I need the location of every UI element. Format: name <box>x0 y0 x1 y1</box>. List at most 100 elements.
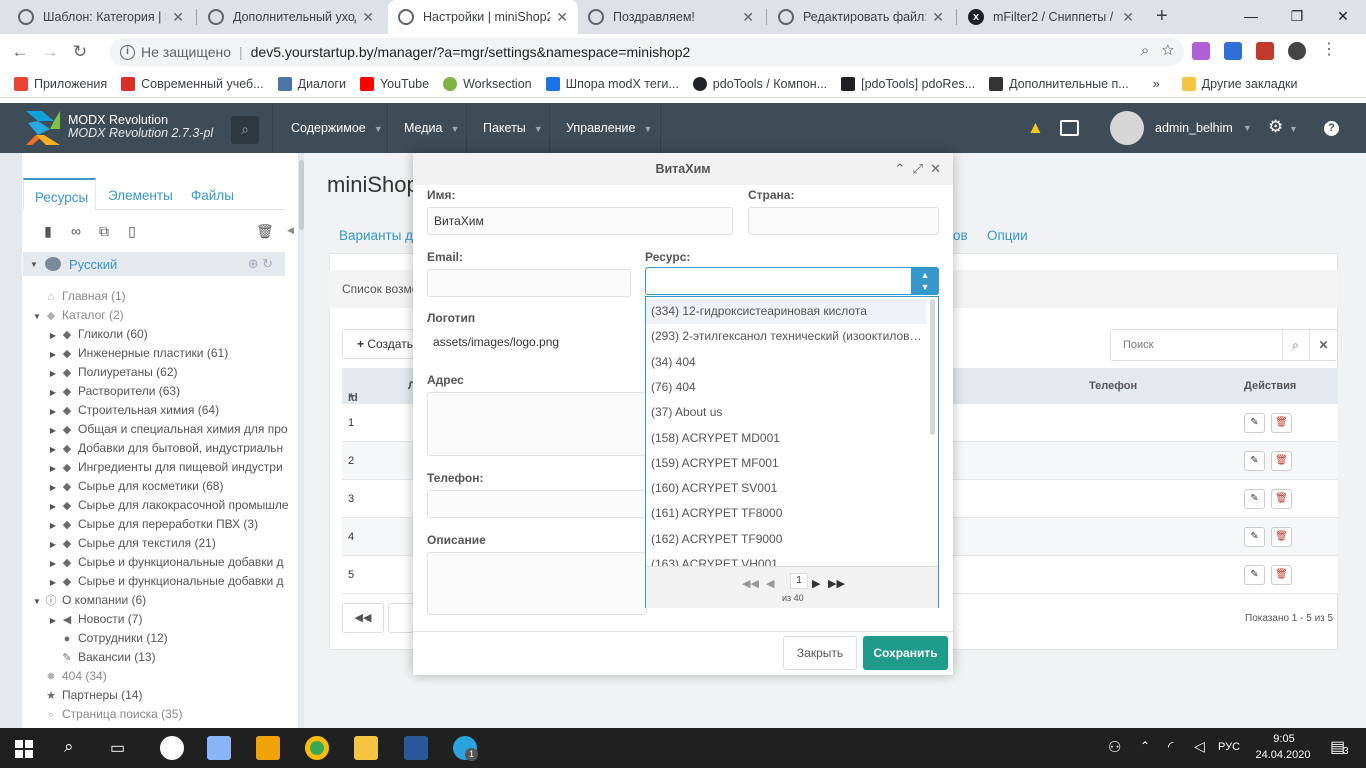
bookmark-8[interactable]: [pdoTools] pdoRes... <box>841 76 975 91</box>
browser-tab-3-active[interactable]: Настройки | miniShop2 ✕ <box>388 0 578 34</box>
chevron-right-icon[interactable]: ▶ <box>46 573 60 591</box>
copy-icon[interactable]: ⧉ <box>96 223 112 241</box>
forward-icon[interactable]: → <box>35 42 65 62</box>
refresh-icon[interactable]: ⊕ ↻ <box>248 256 273 272</box>
chevron-right-icon[interactable]: ▶ <box>46 383 60 401</box>
next-page-icon[interactable]: ▶ <box>812 577 820 590</box>
bookmark-7[interactable]: pdoTools / Компон... <box>692 76 827 91</box>
tree-node[interactable]: ▶ ◆ Сырье для переработки ПВХ (3) <box>24 515 309 534</box>
tree-node[interactable]: ⌕ Страница поиска (35) <box>24 705 309 724</box>
people-icon[interactable]: ⚇ <box>1108 738 1121 756</box>
menu-icon[interactable]: ⋮ <box>1320 42 1338 60</box>
browser-tab-4[interactable]: Поздравляем! ✕ <box>578 0 764 34</box>
prev-page-icon[interactable]: ◀ <box>766 577 774 590</box>
app-window-icon[interactable] <box>207 736 231 760</box>
chevron-up-icon[interactable]: ⌃ <box>1140 739 1150 753</box>
phone-field[interactable] <box>427 490 647 518</box>
terminal-icon[interactable] <box>1060 120 1079 136</box>
chevron-down-icon[interactable]: ▼ <box>30 307 44 325</box>
name-field[interactable]: ВитаХим <box>427 207 733 235</box>
tree-node[interactable]: ▼ ◆ Каталог (2) <box>24 306 309 325</box>
chevron-down-icon[interactable]: ▼ <box>30 592 44 610</box>
profile-avatar[interactable] <box>1288 42 1306 60</box>
browser-tab-2[interactable]: Дополнительный уход ✕ <box>198 0 384 34</box>
edit-icon[interactable]: ✎ <box>1244 527 1265 547</box>
page-number-input[interactable]: 1 <box>790 573 808 589</box>
gear-icon[interactable]: ⚙ <box>1268 117 1283 137</box>
chevron-right-icon[interactable]: ▶ <box>46 402 60 420</box>
chevron-right-icon[interactable]: ▶ <box>46 364 60 382</box>
close-window-icon[interactable]: ✕ <box>1320 0 1366 34</box>
close-icon[interactable]: ✕ <box>362 9 374 26</box>
new-document-icon[interactable]: ▮ <box>40 223 56 241</box>
trash-icon[interactable]: 🗑 <box>1271 565 1292 585</box>
tree-node[interactable]: ✹ 404 (34) <box>24 667 309 686</box>
close-icon[interactable]: ✕ <box>556 9 568 26</box>
tree-node[interactable]: ▼ ⓘ О компании (6) <box>24 591 309 610</box>
trash-icon[interactable]: 🗑 <box>1271 527 1292 547</box>
app-sublime-icon[interactable] <box>256 736 280 760</box>
chevron-right-icon[interactable]: ▶ <box>46 516 60 534</box>
task-view-icon[interactable]: ▭ <box>110 738 125 758</box>
chevron-right-icon[interactable]: ▶ <box>46 345 60 363</box>
menu-packages[interactable]: Пакеты ▼ <box>483 103 543 153</box>
dropdown-item[interactable]: (161) ACRYPET TF8000 <box>646 501 926 526</box>
chevron-right-icon[interactable]: ▶ <box>46 459 60 477</box>
first-page-button[interactable]: ◀◀ <box>342 603 384 633</box>
tree-node[interactable]: ▶ ◆ Сырье для косметики (68) <box>24 477 309 496</box>
chevron-right-icon[interactable]: ▶ <box>46 497 60 515</box>
tree-node[interactable]: ▶ ◆ Ингредиенты для пищевой индустри <box>24 458 309 477</box>
menu-manage[interactable]: Управление ▼ <box>566 103 652 153</box>
dropdown-item[interactable]: (160) ACRYPET SV001 <box>646 476 926 501</box>
save-button[interactable]: Сохранить <box>863 636 948 670</box>
dropdown-item[interactable]: (37) About us <box>646 400 926 425</box>
bookmark-5[interactable]: Worksection <box>443 76 532 91</box>
context-row[interactable]: ▼ Русский ⊕ ↻ <box>23 252 285 276</box>
extension-pen-icon[interactable] <box>1192 42 1210 60</box>
volume-icon[interactable]: ◁ <box>1194 738 1205 755</box>
tree-node[interactable]: ▶ ◆ Строительная химия (64) <box>24 401 309 420</box>
minimize-icon[interactable]: — <box>1228 0 1274 34</box>
dropdown-scrollbar[interactable] <box>930 299 935 435</box>
last-page-icon[interactable]: ▶▶ <box>828 577 845 590</box>
clear-icon[interactable]: ✕ <box>1309 330 1337 360</box>
app-x-icon[interactable] <box>160 736 184 760</box>
bookmark-4[interactable]: YouTube <box>359 76 429 91</box>
edit-icon[interactable]: ✎ <box>1244 565 1265 585</box>
tab-hidden-partial[interactable]: ов <box>953 228 968 243</box>
dropdown-item[interactable]: (293) 2-этилгексанол технический (изоокт… <box>646 324 926 349</box>
description-field[interactable] <box>427 552 647 615</box>
chevron-right-icon[interactable]: ▶ <box>46 611 60 629</box>
clock-time[interactable]: 9:05 <box>1256 733 1312 745</box>
bookmark-9[interactable]: Дополнительные п... <box>989 76 1129 91</box>
close-button[interactable]: Закрыть <box>783 636 857 670</box>
url-text[interactable]: dev5.yourstartup.by/manager/?a=mgr/setti… <box>251 44 691 60</box>
tree-node[interactable]: ▶ ◆ Растворители (63) <box>24 382 309 401</box>
explorer-folder-icon[interactable] <box>354 736 378 760</box>
dropdown-item[interactable]: (334) 12-гидроксистеариновая кислота <box>646 299 926 324</box>
bookmark-2[interactable]: Современный учеб... <box>121 76 264 91</box>
restore-icon[interactable]: ❐ <box>1274 0 1320 34</box>
new-tab-button[interactable]: + <box>1156 5 1168 28</box>
tree-node[interactable]: ✎ Вакансии (13) <box>24 648 309 667</box>
reload-icon[interactable]: ↻ <box>65 42 95 62</box>
search-icon[interactable]: ⌕ <box>64 737 74 757</box>
tab-options[interactable]: Опции <box>987 228 1028 243</box>
search-icon[interactable]: ⌕ <box>1282 330 1308 360</box>
country-field[interactable] <box>748 207 939 235</box>
dropdown-item[interactable]: (76) 404 <box>646 375 926 400</box>
resource-combo[interactable] <box>645 267 939 295</box>
chevron-down-icon[interactable]: ▼ <box>27 260 41 269</box>
tree-node[interactable]: ▶ ◆ Общая и специальная химия для про <box>24 420 309 439</box>
chevron-right-icon[interactable]: ▶ <box>46 326 60 344</box>
col-phone[interactable]: Телефон <box>1089 380 1137 392</box>
close-icon[interactable]: ✕ <box>742 9 754 26</box>
other-bookmarks[interactable]: Другие закладки <box>1181 76 1297 91</box>
tree-node[interactable]: ▶ ◆ Сырье для лакокрасочной промышле <box>24 496 309 515</box>
chevron-right-icon[interactable]: ▶ <box>46 421 60 439</box>
warning-icon[interactable]: ▲ <box>1027 118 1044 138</box>
tab-options-variants[interactable]: Варианты до <box>339 228 421 243</box>
link-icon[interactable]: ∞ <box>68 223 84 241</box>
windows-start-icon[interactable] <box>15 740 33 758</box>
omnibox[interactable]: i Не защищено | dev5.yourstartup.by/mana… <box>110 38 1184 66</box>
